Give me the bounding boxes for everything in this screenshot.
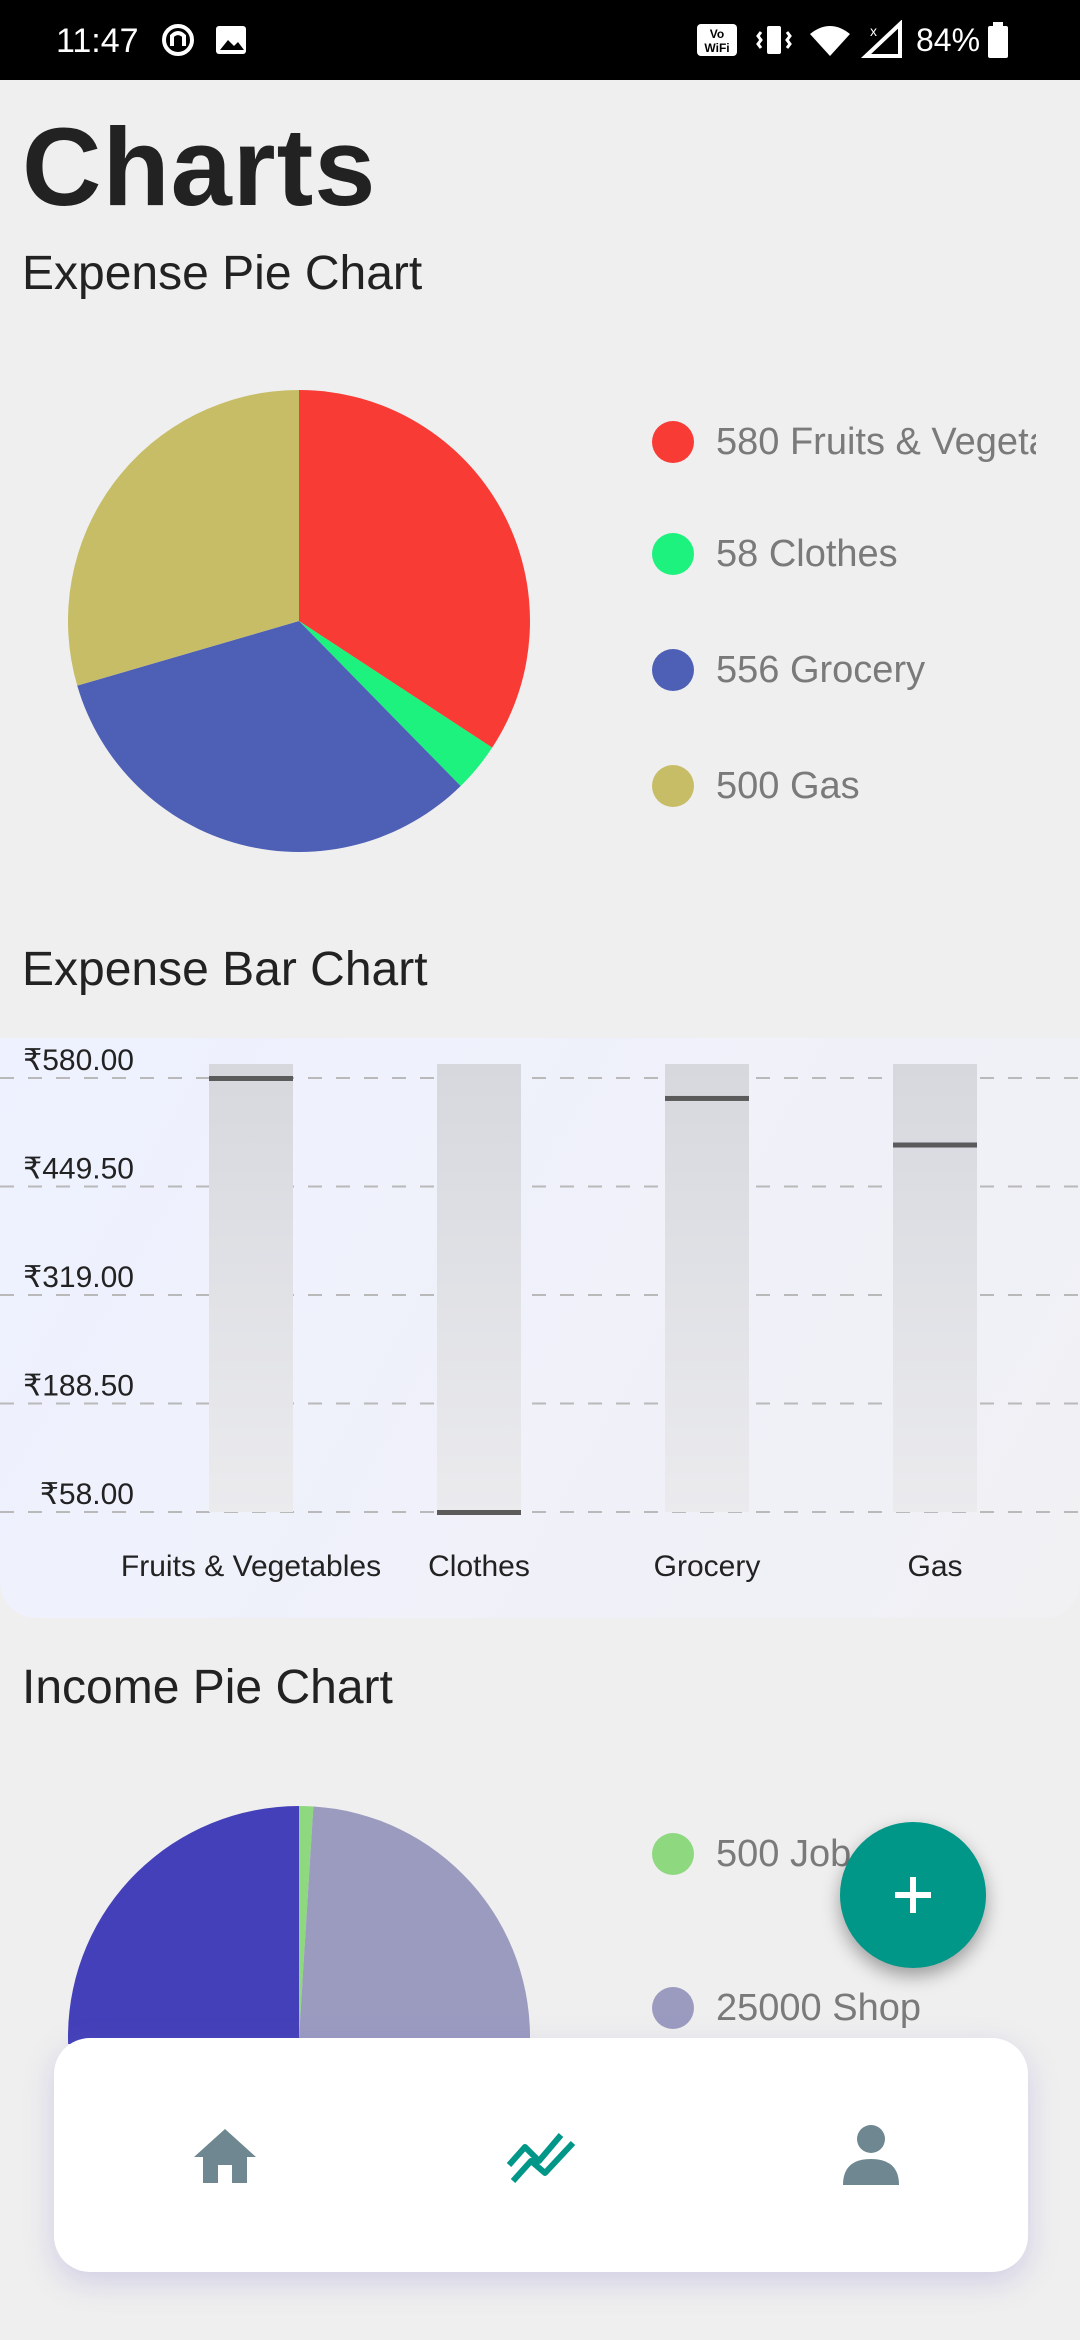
nav-home-button[interactable] [180,2110,270,2200]
y-tick-label: ₹319.00 [23,1261,134,1294]
expense-bar-title: Expense Bar Chart [22,943,428,996]
vowifi-icon: Vo WiFi [697,24,737,56]
y-tick-label: ₹580.00 [23,1044,134,1077]
legend-label: 500 Gas [716,764,860,807]
legend-shop: 25000 Shop [652,1986,921,2030]
status-time: 11:47 [56,22,139,60]
legend-dot [652,1833,694,1875]
expense-bar-chart: ₹580.00 ₹449.50 ₹319.00 ₹188.50 ₹58.00 Fruits… [0,1044,1080,1583]
status-bar: 11:47 Vo WiFi x 84% [0,0,1080,80]
add-button[interactable] [840,1822,986,1968]
expense-pie-title: Expense Pie Chart [22,247,423,300]
battery-percent: 84% [916,22,981,58]
expense-bar-card: ₹580.00 ₹449.50 ₹319.00 ₹188.50 ₹58.00 Fruits… [0,1038,1080,1618]
nav-charts-button[interactable] [496,2110,586,2200]
legend-job: 500 Job [652,1832,851,1876]
svg-text:WiFi: WiFi [704,41,729,55]
legend-dot [652,533,694,575]
bar-value-marker [437,1510,521,1515]
x-category-label: Grocery [654,1550,761,1583]
income-pie-chart [68,1806,530,2044]
legend-label: 500 Job [716,1832,852,1875]
svg-text:x: x [870,23,877,39]
x-category-label: Clothes [428,1550,530,1583]
x-category-label: Fruits & Vegetables [121,1550,381,1583]
home-icon [194,2129,256,2183]
expense-pie-chart [67,390,530,852]
legend-dot [652,1987,694,2029]
bar-track [893,1064,977,1512]
y-tick-label: ₹188.50 [23,1370,134,1403]
legend-clothes: 58 Clothes [652,532,898,576]
bar-value-marker [665,1095,749,1101]
plus-icon [895,1877,931,1913]
bar-value-marker [209,1076,293,1081]
legend-label: 580 Fruits & Vegetables [716,420,1036,463]
legend-label: 556 Grocery [716,648,926,691]
charts-icon [506,2133,576,2184]
bar-track [209,1064,293,1512]
bar-track [665,1064,749,1512]
legend-label: 25000 Shop [716,1986,921,2029]
bar-track [437,1064,521,1512]
signal-icon: x [860,20,902,58]
vibrate-icon [756,26,792,54]
bar-value-marker [893,1142,977,1148]
nav-profile-button[interactable] [826,2110,916,2200]
wifi-icon [810,26,850,56]
legend-label: 58 Clothes [716,532,898,575]
legend-dot [652,765,694,807]
legend-grocery: 556 Grocery [652,648,925,692]
profile-icon [843,2125,899,2185]
x-category-label: Gas [907,1550,962,1583]
page-title: Charts [22,106,377,229]
app-notification-icon [162,24,194,56]
y-tick-label: ₹58.00 [40,1478,134,1511]
battery-icon [988,22,1008,58]
bottom-navigation [54,2038,1028,2272]
legend-gas: 500 Gas [652,764,860,808]
legend-dot [652,649,694,691]
y-tick-label: ₹449.50 [23,1153,134,1186]
image-icon [216,26,246,54]
pie-slice-1 [298,1806,530,2044]
svg-text:Vo: Vo [710,27,724,41]
income-pie-title: Income Pie Chart [22,1661,393,1714]
legend-fruits: 580 Fruits & Vegetables [652,418,1036,466]
legend-dot [652,421,694,463]
pie-slice-2 [68,1806,299,2044]
